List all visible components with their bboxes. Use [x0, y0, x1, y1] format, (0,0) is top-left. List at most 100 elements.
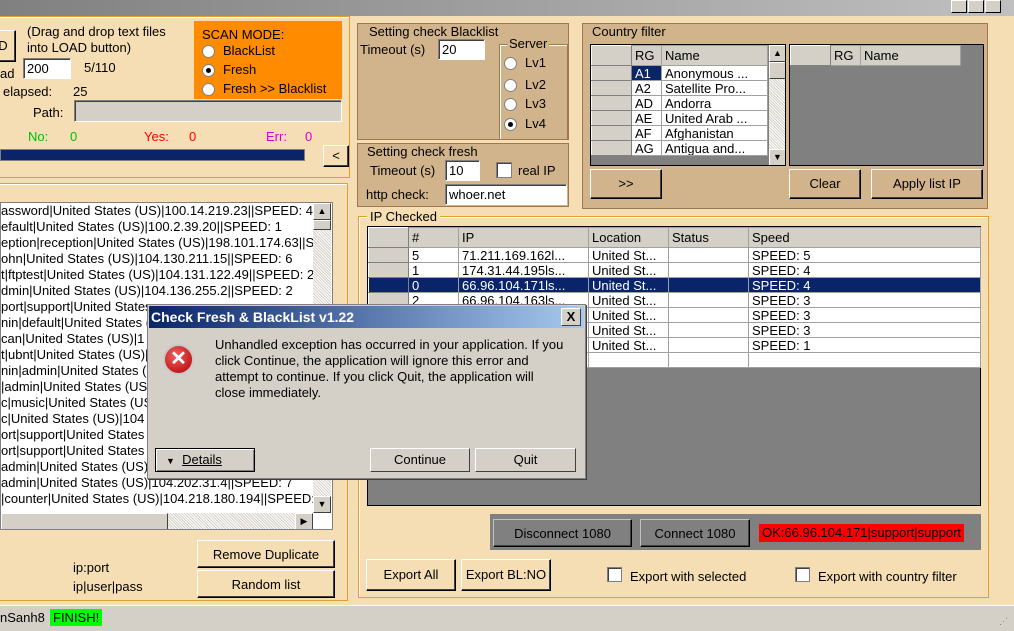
- list-item[interactable]: eption|reception|United States (US)|198.…: [1, 235, 313, 251]
- scroll-thumb[interactable]: [313, 220, 331, 230]
- maximize-button[interactable]: [968, 0, 984, 13]
- column-header[interactable]: IP: [458, 227, 589, 248]
- column-header[interactable]: Location: [588, 227, 669, 248]
- load-button[interactable]: D: [0, 30, 16, 62]
- col-rg[interactable]: RG: [631, 45, 662, 66]
- continue-button[interactable]: Continue: [370, 448, 470, 472]
- apply-list-ip-button[interactable]: Apply list IP: [871, 169, 983, 199]
- column-header[interactable]: Status: [668, 227, 749, 248]
- server-option[interactable]: Lv3: [504, 96, 546, 112]
- list-item[interactable]: |counter|United States (US)|104.218.180.…: [1, 491, 313, 507]
- resize-grip-icon[interactable]: ⋰: [999, 616, 1008, 627]
- column-header[interactable]: #: [408, 227, 459, 248]
- radio-button[interactable]: [202, 45, 215, 59]
- country-scrollbar[interactable]: ▲ ▼: [769, 45, 785, 165]
- format-ip-user-pass: ip|user|pass: [73, 579, 143, 594]
- table-row[interactable]: 0 66.96.104.171ls... United St... SPEED: 4: [368, 277, 981, 293]
- country-row[interactable]: AE United Arab ...: [591, 110, 768, 126]
- table-row[interactable]: 1 174.31.44.195ls... United St... SPEED: 4: [368, 262, 981, 278]
- col-name[interactable]: Name: [661, 45, 768, 66]
- connect-button[interactable]: Connect 1080: [640, 519, 750, 547]
- column-header[interactable]: Speed: [748, 227, 981, 248]
- country-row[interactable]: A1 Anonymous ...: [591, 65, 768, 81]
- radio-button[interactable]: [504, 79, 517, 93]
- connection-status: OK:66.96.104.171|support|support: [759, 524, 965, 542]
- details-button[interactable]: ▼ Details: [155, 448, 255, 472]
- minimize-button[interactable]: [951, 0, 967, 13]
- cell-loc: United St...: [588, 337, 669, 353]
- scroll-up-icon[interactable]: ▲: [313, 203, 331, 220]
- scroll-up-icon[interactable]: ▲: [769, 45, 785, 62]
- export-all-button[interactable]: Export All: [366, 559, 456, 591]
- scroll-right-icon[interactable]: ▶: [295, 513, 313, 529]
- scroll-down-icon[interactable]: ▼: [313, 496, 331, 513]
- random-list-button[interactable]: Random list: [197, 570, 335, 598]
- list-item[interactable]: t|ftptest|United States (US)|104.131.122…: [1, 267, 313, 283]
- country-list[interactable]: RG Name A1 Anonymous ... A2 Satellite Pro...…: [590, 44, 786, 166]
- hscroll-thumb[interactable]: [1, 513, 168, 529]
- selected-country-list[interactable]: RG Name: [789, 44, 984, 166]
- add-country-button[interactable]: >>: [590, 169, 662, 199]
- collapse-button[interactable]: <: [323, 145, 349, 167]
- export-country-checkbox[interactable]: [795, 567, 810, 582]
- proxy-hscrollbar[interactable]: ▶: [1, 513, 313, 529]
- country-row[interactable]: A2 Satellite Pro...: [591, 80, 768, 96]
- export-selected-checkbox[interactable]: [607, 567, 622, 582]
- thread-input[interactable]: [23, 58, 71, 79]
- dialog-titlebar: Check Fresh & BlackList v1.22 X: [149, 306, 584, 328]
- close-window-button[interactable]: [985, 0, 1001, 13]
- path-field[interactable]: [74, 100, 342, 122]
- cell-ip: 71.211.169.162l...: [458, 247, 589, 263]
- radio-button[interactable]: [504, 118, 517, 132]
- path-label: Path:: [33, 105, 64, 120]
- scan-mode-option[interactable]: Fresh: [202, 60, 326, 79]
- country-name: United Arab ...: [661, 110, 768, 126]
- cell-status: [668, 247, 749, 263]
- country-code: A2: [631, 80, 662, 96]
- col-name[interactable]: Name: [860, 45, 961, 66]
- list-item[interactable]: efault|United States (US)|100.2.39.20||S…: [1, 219, 313, 235]
- server-option[interactable]: Lv2: [504, 77, 546, 93]
- radio-button[interactable]: [202, 64, 215, 78]
- clear-button[interactable]: Clear: [789, 169, 861, 199]
- col-rg[interactable]: RG: [830, 45, 861, 66]
- elapsed-value: 25: [73, 84, 88, 99]
- remove-duplicate-button[interactable]: Remove Duplicate: [197, 540, 335, 568]
- list-item[interactable]: dmin|United States (US)|104.136.255.2||S…: [1, 283, 313, 299]
- radio-button[interactable]: [202, 83, 215, 97]
- no-value: 0: [70, 129, 78, 144]
- quit-button[interactable]: Quit: [475, 448, 576, 472]
- option-label: Lv1: [525, 55, 546, 70]
- export-bl-button[interactable]: Export BL:NO: [461, 559, 551, 591]
- radio-button[interactable]: [504, 57, 517, 71]
- country-row[interactable]: AD Andorra: [591, 95, 768, 111]
- caret-down-icon: ▼: [166, 456, 175, 466]
- option-label: Lv2: [525, 77, 546, 92]
- scan-mode-option[interactable]: BlackList: [202, 41, 326, 60]
- server-option[interactable]: Lv1: [504, 55, 546, 71]
- scroll-thumb[interactable]: [769, 62, 785, 79]
- http-check-input[interactable]: [445, 184, 567, 205]
- list-item[interactable]: assword|United States (US)|100.14.219.23…: [1, 203, 313, 219]
- cell-speed: SPEED: 3: [748, 322, 981, 338]
- country-row[interactable]: AF Afghanistan: [591, 125, 768, 141]
- bl-timeout-input[interactable]: [438, 39, 485, 60]
- server-option[interactable]: Lv4: [504, 116, 546, 132]
- radio-button[interactable]: [504, 98, 517, 112]
- status-user: nSanh8: [0, 610, 45, 625]
- scroll-down-icon[interactable]: ▼: [769, 149, 785, 165]
- scan-mode-option[interactable]: Fresh >> Blacklist: [202, 79, 326, 98]
- status-bar: nSanh8 FINISH! ⋰: [0, 605, 1014, 631]
- table-row[interactable]: 5 71.211.169.162l... United St... SPEED: 5: [368, 247, 981, 263]
- list-item[interactable]: ohn|United States (US)|104.130.211.15||S…: [1, 251, 313, 267]
- country-name: Antigua and...: [661, 140, 768, 156]
- real-ip-checkbox[interactable]: [496, 162, 512, 178]
- yes-value: 0: [189, 129, 197, 144]
- cell-n: 1: [408, 262, 459, 278]
- dialog-message: Unhandled exception has occurred in your…: [215, 337, 564, 400]
- row-header: [591, 125, 632, 141]
- disconnect-button[interactable]: Disconnect 1080: [493, 519, 632, 547]
- dialog-close-button[interactable]: X: [561, 308, 581, 326]
- country-row[interactable]: AG Antigua and...: [591, 140, 768, 156]
- fresh-timeout-input[interactable]: [445, 160, 480, 181]
